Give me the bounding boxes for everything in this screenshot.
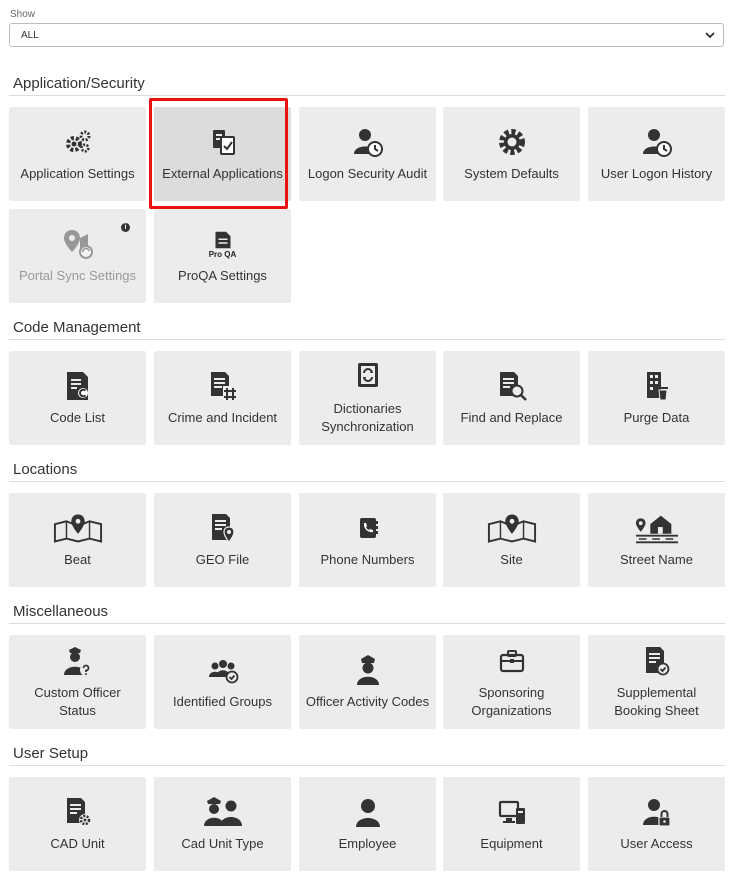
tile-label: Supplemental Booking Sheet [614,685,699,718]
info-icon[interactable]: i [121,223,130,232]
clipboard-check-icon [206,125,240,159]
document-c-icon [61,369,95,403]
section-title-user-setup: User Setup [13,745,89,762]
map-sync-icon [61,227,95,261]
tile-cad-unit[interactable]: CAD Unit [9,777,146,871]
tile-label: Portal Sync Settings [18,268,137,283]
tile-employee[interactable]: Employee [299,777,436,871]
tile-label: Dictionaries Synchronization [321,401,414,434]
tile-label: GEO File [195,552,250,567]
document-gear-icon [61,795,95,829]
tile-equipment[interactable]: Equipment [443,777,580,871]
map-pin-icon [52,511,104,545]
tile-label: Sponsoring Organizations [471,685,552,718]
tile-label: Logon Security Audit [307,166,428,181]
tile-phone-numbers[interactable]: Phone Numbers [299,493,436,587]
tile-label: Crime and Incident [167,410,278,425]
chevron-down-icon [705,32,715,39]
proqa-document-icon: Pro QA [206,227,240,261]
officers-icon [203,795,243,829]
tile-dictionaries-synchronization[interactable]: Dictionaries Synchronization [299,351,436,445]
document-check-icon [640,644,674,678]
proqa-icon-text: Pro QA [208,249,237,259]
tile-label: Officer Activity Codes [305,694,430,709]
tile-label: System Defaults [464,166,559,181]
tile-label: Phone Numbers [320,552,415,567]
show-filter-value: ALL [21,30,39,41]
tile-portal-sync-settings[interactable]: i Portal Sync Settings [9,209,146,303]
tile-label: User Logon History [600,166,713,181]
gears-icon [61,125,95,159]
tile-label: Application Settings [20,166,135,181]
officer-question-icon [61,644,95,678]
map-pin-icon [486,511,538,545]
tile-cad-unit-type[interactable]: Cad Unit Type [154,777,291,871]
tile-label: Beat [64,552,91,567]
tile-logon-security-audit[interactable]: Logon Security Audit [299,107,436,201]
section-title-code-management: Code Management [13,319,141,336]
tile-system-defaults[interactable]: System Defaults [443,107,580,201]
briefcase-icon [495,644,529,678]
show-filter-select[interactable]: ALL [9,23,724,47]
tile-custom-officer-status[interactable]: Custom Officer Status [9,635,146,729]
tile-label: Cad Unit Type [181,836,264,851]
tile-label: Identified Groups [172,694,272,709]
tile-officer-activity-codes[interactable]: Officer Activity Codes [299,635,436,729]
tile-label: Equipment [480,836,543,851]
gear-icon [495,125,529,159]
house-road-icon [634,511,680,545]
tile-label: CAD Unit [50,836,105,851]
tile-label: Code List [50,410,105,425]
section-divider [9,765,725,766]
tile-geo-file[interactable]: GEO File [154,493,291,587]
tile-label: User Access [620,836,693,851]
show-filter-label: Show [10,9,36,20]
tile-user-logon-history[interactable]: User Logon History [588,107,725,201]
tile-label: Find and Replace [460,410,563,425]
tile-site[interactable]: Site [443,493,580,587]
tile-proqa-settings[interactable]: Pro QA ProQA Settings [154,209,291,303]
section-divider [9,339,725,340]
section-divider [9,623,725,624]
tile-label: Custom Officer Status [34,685,121,718]
section-divider [9,95,725,96]
building-trash-icon [640,369,674,403]
user-clock-icon [351,125,385,159]
user-lock-icon [640,795,674,829]
tile-purge-data[interactable]: Purge Data [588,351,725,445]
computer-icon [495,795,529,829]
tile-label: Employee [338,836,397,851]
tile-street-name[interactable]: Street Name [588,493,725,587]
officer-icon [351,653,385,687]
tile-identified-groups[interactable]: Identified Groups [154,635,291,729]
tile-label: Purge Data [623,410,690,425]
document-hash-icon [206,369,240,403]
document-pin-icon [206,511,240,545]
tile-find-and-replace[interactable]: Find and Replace [443,351,580,445]
user-clock-icon [640,125,674,159]
tile-label: Street Name [620,552,693,567]
tile-supplemental-booking-sheet[interactable]: Supplemental Booking Sheet [588,635,725,729]
tile-label: ProQA Settings [178,268,267,283]
group-check-icon [206,653,240,687]
section-divider [9,481,725,482]
tile-external-applications[interactable]: External Applications [154,107,291,201]
tile-user-access[interactable]: User Access [588,777,725,871]
tile-application-settings[interactable]: Application Settings [9,107,146,201]
tile-label: Site [500,552,523,567]
section-title-locations: Locations [13,461,78,478]
tile-beat[interactable]: Beat [9,493,146,587]
book-sync-icon [351,360,385,394]
document-search-icon [495,369,529,403]
tile-label: External Applications [162,166,283,181]
tile-sponsoring-organizations[interactable]: Sponsoring Organizations [443,635,580,729]
section-title-miscellaneous: Miscellaneous [13,603,109,620]
tile-crime-and-incident[interactable]: Crime and Incident [154,351,291,445]
phone-book-icon [351,511,385,545]
section-title-application-security: Application/Security [13,75,145,92]
tile-code-list[interactable]: Code List [9,351,146,445]
user-icon [351,795,385,829]
